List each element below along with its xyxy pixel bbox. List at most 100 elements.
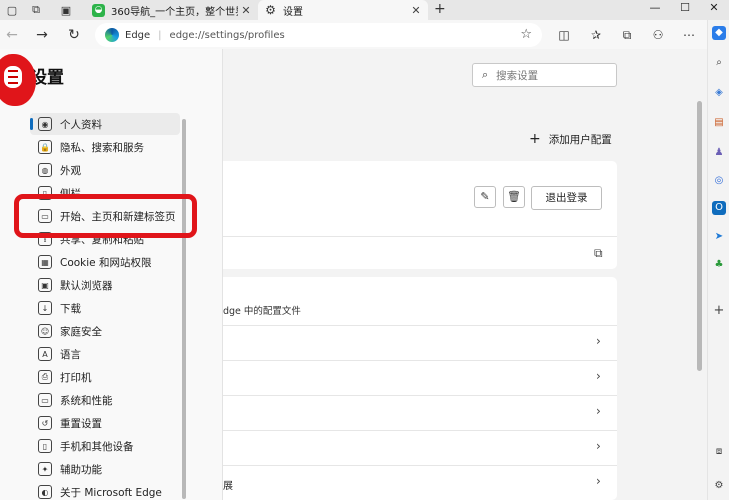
- favorites-icon[interactable]: ✰: [587, 26, 605, 44]
- sidebar-item[interactable]: ⎙ 打印机: [30, 366, 180, 388]
- forward-button[interactable]: →: [32, 25, 52, 45]
- outlook-icon[interactable]: O: [712, 201, 726, 215]
- sidebar-item[interactable]: 🔒 隐私、搜索和服务: [30, 136, 180, 158]
- split-screen-icon[interactable]: ◫: [555, 26, 573, 44]
- url-origin: Edge: [125, 29, 151, 41]
- sidebar-item[interactable]: ▣ 默认浏览器: [30, 274, 180, 296]
- chevron-right-icon[interactable]: ›: [596, 334, 601, 348]
- sidebar-item[interactable]: ◍ 外观: [30, 159, 180, 181]
- browser-icon: ▣: [38, 278, 52, 292]
- sidebar-item-label: 系统和性能: [60, 394, 113, 407]
- tab-actions-icon[interactable]: ▣: [58, 2, 74, 18]
- divider: [223, 236, 617, 237]
- games-icon[interactable]: ♟: [712, 146, 726, 160]
- download-icon: ↓: [38, 301, 52, 315]
- sidebar-settings-icon[interactable]: ⚙: [712, 479, 726, 493]
- workspaces-icon[interactable]: ⧉: [28, 2, 44, 18]
- language-icon: A: [38, 347, 52, 361]
- sidebar-item[interactable]: ◐ 关于 Microsoft Edge: [30, 481, 180, 500]
- tag-icon[interactable]: ◈: [712, 86, 726, 100]
- sidebar-item[interactable]: A 语言: [30, 343, 180, 365]
- sidebar-item-label: Cookie 和网站权限: [60, 256, 152, 269]
- cookie-icon: ▦: [38, 255, 52, 269]
- sidebar-item[interactable]: ↺ 重置设置: [30, 412, 180, 434]
- minimize-button[interactable]: —: [640, 0, 670, 18]
- search-icon[interactable]: ⌕: [712, 56, 726, 70]
- edge-icon: [105, 28, 119, 42]
- chevron-right-icon[interactable]: ›: [596, 474, 601, 488]
- profile-card: ✎ 🗑 ⧉: [223, 161, 617, 269]
- maximize-button[interactable]: ☐: [670, 0, 700, 18]
- sidebar-item[interactable]: ↓ 下载: [30, 297, 180, 319]
- divider: [223, 325, 617, 326]
- search-placeholder: 搜索设置: [496, 69, 539, 82]
- printer-icon: ⎙: [38, 370, 52, 384]
- tab-360[interactable]: ◒ 360导航_一个主页，整个世界 ✕: [86, 0, 258, 20]
- divider: [223, 395, 617, 396]
- reset-icon: ↺: [38, 416, 52, 430]
- menu-icon: [4, 66, 22, 88]
- sign-out-button[interactable]: 退出登录: [531, 186, 602, 210]
- sidebar-item-label: 语言: [60, 348, 81, 361]
- sidebar-item[interactable]: ◉ 个人资料: [30, 113, 180, 135]
- sidebar-item-label: 家庭安全: [60, 325, 102, 338]
- open-external-icon[interactable]: ⧉: [594, 246, 603, 261]
- add-profile-label: 添加用户配置: [548, 133, 612, 146]
- add-app-icon[interactable]: +: [712, 304, 726, 318]
- 360-favicon-icon: ◒: [92, 3, 105, 17]
- main-scrollbar[interactable]: [697, 101, 702, 371]
- close-tab-icon[interactable]: ✕: [408, 4, 424, 17]
- sidebar-item-label: 重置设置: [60, 417, 102, 430]
- divider: [223, 360, 617, 361]
- send-icon[interactable]: ➤: [712, 230, 726, 244]
- sidebar-item[interactable]: ▦ Cookie 和网站权限: [30, 251, 180, 273]
- search-settings-input[interactable]: ⌕ 搜索设置: [472, 63, 617, 87]
- add-profile-button[interactable]: + 添加用户配置: [529, 131, 612, 147]
- sidebar-scrollbar[interactable]: [182, 119, 186, 499]
- sidebar-item[interactable]: ✦ 辅助功能: [30, 458, 180, 480]
- phone-icon: ▯: [38, 439, 52, 453]
- system-icon: ▭: [38, 393, 52, 407]
- tab-bar: ▢ ⧉ ▣ ◒ 360导航_一个主页，整个世界 ✕ ⚙ 设置 ✕ + — ☐ ✕: [0, 0, 729, 20]
- lock-icon: 🔒: [38, 140, 52, 154]
- tab-title: 设置: [283, 6, 303, 18]
- chevron-right-icon[interactable]: ›: [596, 404, 601, 418]
- favorite-star-icon[interactable]: ☆: [520, 27, 532, 42]
- sidebar-item[interactable]: ☺ 家庭安全: [30, 320, 180, 342]
- collections-icon[interactable]: ⧉: [618, 26, 636, 44]
- divider: [223, 430, 617, 431]
- sidebar-item-label: 个人资料: [60, 118, 102, 131]
- copilot-icon[interactable]: ◆: [712, 26, 726, 40]
- back-button[interactable]: ←: [2, 25, 22, 45]
- delete-button[interactable]: 🗑: [503, 186, 525, 208]
- new-tab-button[interactable]: +: [434, 1, 446, 17]
- profile-desc-text: dge 中的配置文件: [223, 306, 301, 317]
- settings-sidebar: 设置 ◉ 个人资料 🔒 隐私、搜索和服务 ◍ 外观 ▯ 侧栏 ▭ 开始、主页和新建标签页 ⇪ 共享、复…: [0, 49, 223, 500]
- search-icon: ⌕: [482, 68, 489, 81]
- extensions-icon[interactable]: ⚇: [649, 26, 667, 44]
- edge-logo-icon: ◐: [38, 485, 52, 499]
- tab-settings[interactable]: ⚙ 设置 ✕: [258, 0, 428, 20]
- sidebar-item[interactable]: ▭ 系统和性能: [30, 389, 180, 411]
- close-tab-icon[interactable]: ✕: [238, 4, 254, 17]
- sidebar-item-label: 外观: [60, 164, 81, 177]
- profile-avatar-icon[interactable]: ▢: [4, 2, 20, 18]
- address-bar[interactable]: Edge | edge://settings/profiles ☆: [95, 23, 542, 47]
- more-menu-icon[interactable]: ⋯: [680, 26, 698, 44]
- close-window-button[interactable]: ✕: [699, 0, 729, 18]
- url-text: edge://settings/profiles: [169, 29, 285, 41]
- row-label-partial: 展: [223, 481, 233, 492]
- profile-settings-card: dge 中的配置文件 › › › › 展 ›: [223, 277, 617, 500]
- toolbox-icon[interactable]: ▤: [712, 116, 726, 130]
- main-content: ⌕ 搜索设置 + 添加用户配置 ✎ 🗑 ⧉ 退出登录 dge 中的配置文件 › …: [223, 49, 707, 500]
- chevron-right-icon[interactable]: ›: [596, 369, 601, 383]
- refresh-button[interactable]: ↻: [64, 25, 84, 45]
- sidebar-item-label: 关于 Microsoft Edge: [60, 486, 162, 499]
- sidebar-item[interactable]: ▯ 手机和其他设备: [30, 435, 180, 457]
- chevron-right-icon[interactable]: ›: [596, 439, 601, 453]
- edit-button[interactable]: ✎: [474, 186, 496, 208]
- hide-sidebar-icon[interactable]: ⧈: [712, 445, 726, 459]
- divider: [223, 465, 617, 466]
- microsoft365-icon[interactable]: ◎: [712, 174, 726, 188]
- tree-icon[interactable]: ♣: [712, 258, 726, 272]
